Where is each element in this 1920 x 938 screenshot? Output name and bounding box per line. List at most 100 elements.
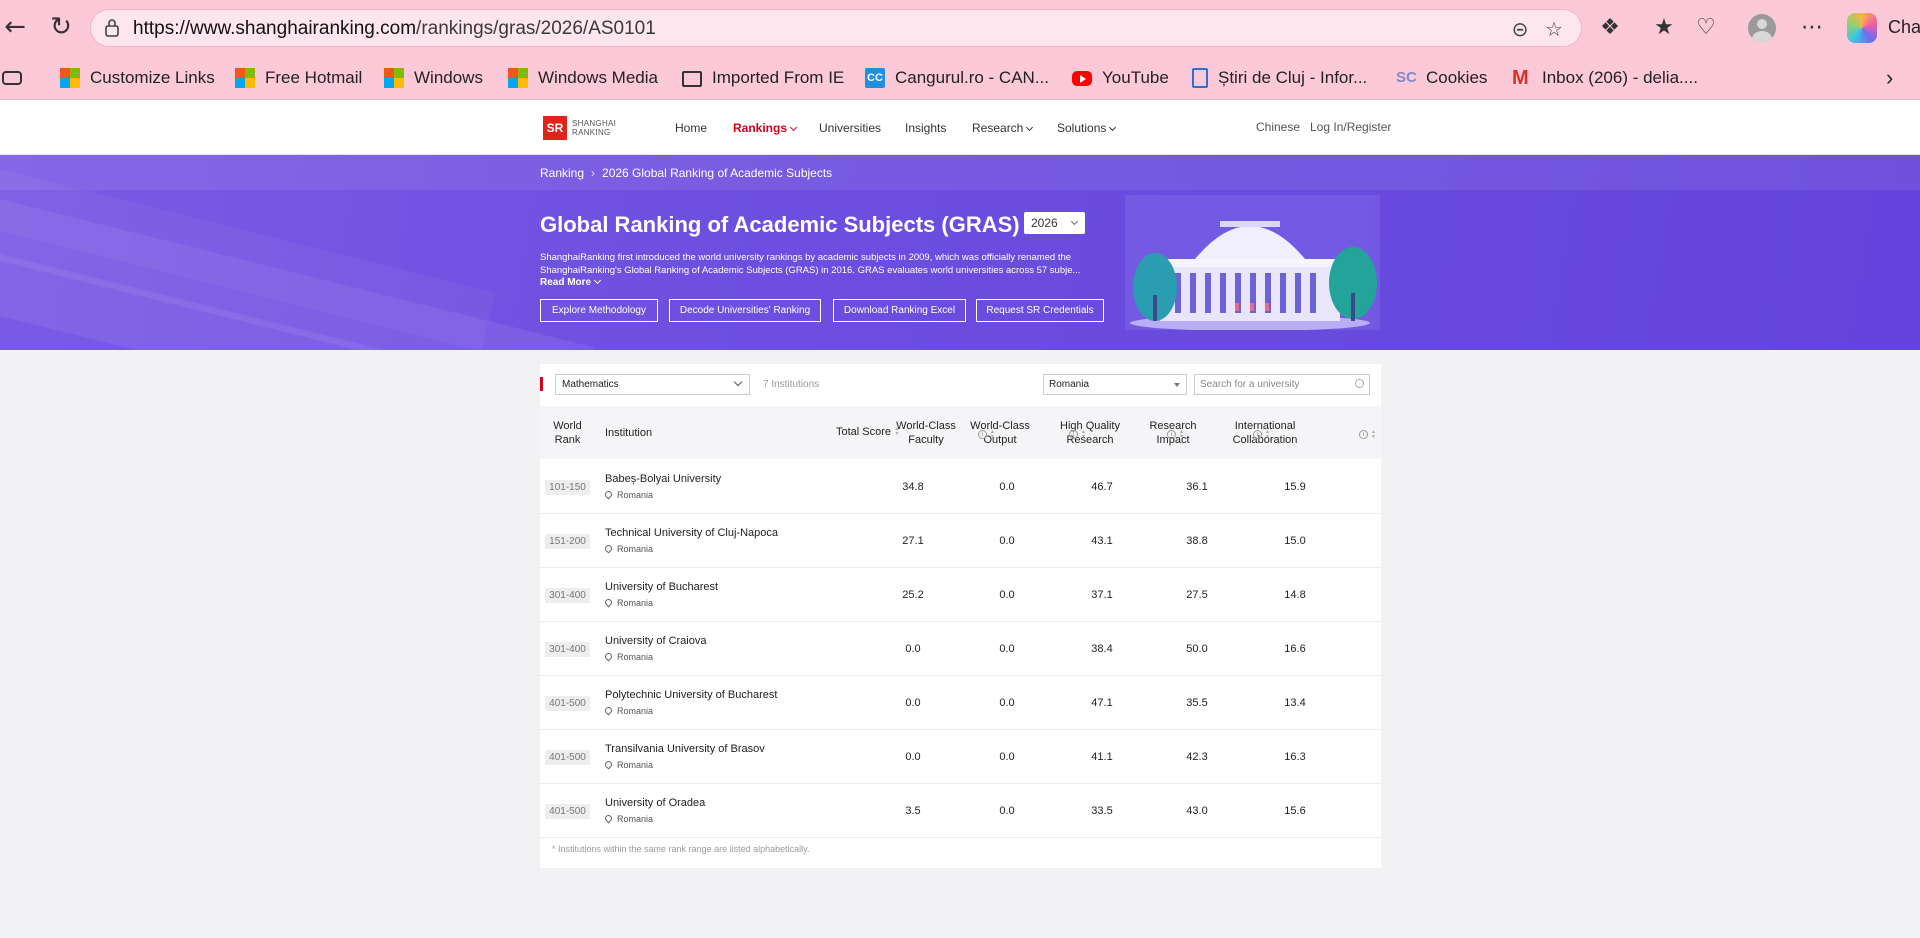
bookmark-customize-links[interactable]: Customize Links — [60, 66, 215, 90]
cell-impact: 35.5 — [1186, 697, 1208, 709]
decode-rankings-button[interactable]: Decode Universities' Ranking — [669, 299, 821, 322]
rank-badge: 151-200 — [545, 534, 590, 549]
cell-research: 38.4 — [1091, 643, 1113, 655]
subject-select[interactable]: Mathematics — [555, 374, 750, 395]
bookmark-windows-media[interactable]: Windows Media — [508, 66, 658, 90]
table-row[interactable]: 401-500 Transilvania University of Braso… — [540, 730, 1381, 784]
cell-output: 0.0 — [999, 643, 1015, 655]
info-icon[interactable]: i — [1359, 430, 1368, 440]
table-row[interactable]: 151-200 Technical University of Cluj-Nap… — [540, 514, 1381, 568]
table-row[interactable]: 301-400 University of Bucharest Romania … — [540, 568, 1381, 622]
cell-research: 41.1 — [1091, 751, 1113, 763]
nav-insights[interactable]: Insights — [905, 121, 946, 135]
download-excel-button[interactable]: Download Ranking Excel — [833, 299, 966, 322]
site-logo[interactable]: SR SHANGHAI RANKING — [543, 116, 616, 140]
explore-methodology-button[interactable]: Explore Methodology — [540, 299, 658, 322]
cell-faculty: 0.0 — [905, 697, 921, 709]
lang-switch[interactable]: Chinese — [1256, 120, 1300, 134]
cell-impact: 36.1 — [1186, 481, 1208, 493]
location-pin-icon — [603, 489, 614, 500]
back-arrow-icon[interactable]: ← — [0, 12, 30, 42]
nav-home[interactable]: Home — [675, 121, 707, 135]
youtube-icon — [1072, 70, 1092, 86]
bookmark-windows[interactable]: Windows — [384, 66, 483, 90]
page-title: Global Ranking of Academic Subjects (GRA… — [540, 212, 1020, 237]
refresh-icon[interactable]: ↻ — [46, 12, 76, 42]
sort-icon[interactable]: ▲ ▼ — [1179, 429, 1185, 440]
bookmarks-bar: Customize Links Free Hotmail Windows Win… — [0, 56, 1920, 100]
bookmark-imported-from-ie[interactable]: Imported From IE — [682, 66, 844, 90]
bookmark-stiri-de-cluj[interactable]: Știri de Cluj - Infor... — [1192, 66, 1367, 90]
institution-name[interactable]: University of Oradea — [605, 797, 705, 809]
bookmarks-sidebar-icon[interactable] — [2, 66, 22, 90]
bookmark-cangurul[interactable]: CC Cangurul.ro - CAN... — [865, 66, 1049, 90]
table-row[interactable]: 401-500 University of Oradea Romania 3.5… — [540, 784, 1381, 838]
cell-research: 33.5 — [1091, 805, 1113, 817]
cell-output: 0.0 — [999, 697, 1015, 709]
table-row[interactable]: 101-150 Babeș-Bolyai University Romania … — [540, 460, 1381, 514]
cell-faculty: 0.0 — [905, 643, 921, 655]
institution-name[interactable]: University of Craiova — [605, 635, 706, 647]
gmail-icon: M — [1512, 67, 1529, 89]
sort-icon[interactable]: ▲ ▼ — [1371, 429, 1377, 440]
info-icon[interactable]: i — [1253, 430, 1262, 440]
cell-faculty: 3.5 — [905, 805, 921, 817]
zoom-out-icon[interactable]: ⊝ — [1509, 18, 1531, 40]
nav-universities[interactable]: Universities — [819, 121, 881, 135]
info-icon[interactable]: i — [978, 430, 987, 440]
country-select[interactable]: Romania — [1043, 374, 1187, 395]
address-bar[interactable]: https://www.shanghairanking.com/rankings… — [90, 9, 1582, 47]
year-select[interactable]: 2026 — [1024, 212, 1085, 234]
login-register-link[interactable]: Log In/Register — [1310, 120, 1391, 134]
institution-name[interactable]: Polytechnic University of Bucharest — [605, 689, 777, 701]
folder-icon — [682, 71, 702, 87]
read-more-link[interactable]: Read More — [540, 276, 602, 288]
sort-icon[interactable]: ▲ ▼ — [990, 429, 996, 440]
cell-impact: 42.3 — [1186, 751, 1208, 763]
chevron-right-icon[interactable]: › — [1886, 65, 1893, 90]
institution-country: Romania — [603, 759, 653, 770]
health-icon[interactable]: ♡ — [1692, 14, 1720, 42]
table-row[interactable]: 301-400 University of Craiova Romania 0.… — [540, 622, 1381, 676]
bookmark-free-hotmail[interactable]: Free Hotmail — [235, 66, 362, 90]
copilot-icon[interactable] — [1847, 13, 1877, 43]
breadcrumb-ranking[interactable]: Ranking — [540, 166, 584, 180]
extensions-icon[interactable]: ❖ — [1596, 14, 1624, 42]
ms-logo-icon — [508, 68, 528, 88]
info-icon[interactable]: i — [1069, 430, 1078, 440]
search-input[interactable] — [1194, 374, 1370, 395]
institution-count: 7 Institutions — [763, 379, 820, 390]
ms-logo-icon — [60, 68, 80, 88]
url-text: https://www.shanghairanking.com/rankings… — [133, 18, 656, 39]
bookmark-inbox[interactable]: M Inbox (206) - delia.... — [1512, 66, 1698, 90]
chevron-right-icon: › — [591, 166, 596, 180]
institution-name[interactable]: Babeș-Bolyai University — [605, 473, 721, 485]
request-credentials-button[interactable]: Request SR Credentials — [976, 299, 1104, 322]
favorites-icon[interactable]: ★ — [1650, 14, 1678, 42]
bookmark-cookies[interactable]: SC Cookies — [1396, 66, 1487, 90]
cell-faculty: 34.8 — [902, 481, 924, 493]
location-pin-icon — [603, 543, 614, 554]
info-icon[interactable]: i — [1167, 430, 1176, 440]
bookmark-youtube[interactable]: YouTube — [1072, 66, 1169, 90]
nav-rankings[interactable]: Rankings — [733, 121, 798, 135]
nav-research[interactable]: Research — [972, 121, 1034, 135]
favorite-star-icon[interactable]: ☆ — [1543, 18, 1565, 40]
institution-name[interactable]: Technical University of Cluj-Napoca — [605, 527, 778, 539]
chat-label[interactable]: Chat — [1888, 17, 1920, 38]
profile-avatar[interactable] — [1748, 14, 1776, 42]
banner-description: ShanghaiRanking first introduced the wor… — [540, 252, 1081, 276]
sort-icon[interactable]: ▲ ▼ — [1265, 429, 1271, 440]
search-icon[interactable] — [1355, 379, 1364, 388]
breadcrumb-current: 2026 Global Ranking of Academic Subjects — [602, 166, 833, 180]
nav-solutions[interactable]: Solutions — [1057, 121, 1117, 135]
table-row[interactable]: 401-500 Polytechnic University of Buchar… — [540, 676, 1381, 730]
header-world-rank: World Rank — [553, 420, 582, 446]
cell-output: 0.0 — [999, 535, 1015, 547]
sort-icon[interactable]: ▲ ▼ — [1081, 429, 1087, 440]
cell-output: 0.0 — [999, 589, 1015, 601]
institution-name[interactable]: University of Bucharest — [605, 581, 718, 593]
institution-country: Romania — [603, 543, 653, 554]
institution-name[interactable]: Transilvania University of Brasov — [605, 743, 765, 755]
more-menu-icon[interactable]: ⋯ — [1798, 14, 1826, 42]
